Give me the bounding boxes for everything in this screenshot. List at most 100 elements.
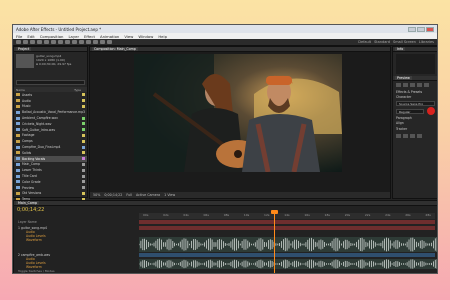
menu-item-window[interactable]: Window [138, 34, 153, 39]
hand-tool-icon[interactable] [30, 40, 35, 44]
time-ruler[interactable]: 00s 02s 04s 06s 08s 10s 12s 14s 16s 18s 20s 22s 24s 2… [139, 213, 435, 219]
right-panel: Info Preview Effects & Presets Character… [392, 46, 437, 199]
project-item-name: Main_Comp [22, 162, 40, 167]
stamp-tool-icon[interactable] [93, 40, 98, 44]
pan-tool-icon[interactable] [58, 40, 63, 44]
label-color-swatch[interactable] [82, 186, 85, 190]
project-panel: Project guitar_song.mp4 1920 x 1080 (1.0… [13, 46, 88, 207]
menu-item-view[interactable]: View [124, 34, 133, 39]
last-frame-icon[interactable] [424, 83, 429, 87]
first-frame-icon[interactable] [396, 83, 401, 87]
eraser-tool-icon[interactable] [100, 40, 105, 44]
label-color-swatch[interactable] [82, 104, 85, 108]
tab-timeline[interactable]: Main_Comp [16, 201, 40, 205]
menu-item-help[interactable]: Help [158, 34, 167, 39]
label-color-swatch[interactable] [82, 162, 85, 166]
home-tool-icon[interactable] [16, 40, 21, 44]
timeline-timecode[interactable]: 0;00;14;22 [17, 207, 44, 213]
label-color-swatch[interactable] [82, 116, 85, 120]
align-right-icon[interactable] [410, 133, 415, 138]
camera-select[interactable]: Active Camera [136, 193, 160, 197]
ruler-tick-label: 24s [385, 213, 391, 217]
layer-bar-1-sub[interactable] [139, 226, 435, 230]
ruler-tick-label: 18s [324, 213, 330, 217]
timeline-footer[interactable]: Toggle Switches / Modes [18, 269, 55, 273]
project-item-name: Backing Vocals [22, 156, 46, 161]
label-color-swatch[interactable] [82, 139, 85, 143]
camera-tool-icon[interactable] [51, 40, 56, 44]
panel-row-character[interactable]: Character [393, 95, 437, 101]
tools-toolbar: Default Standard Small Screen Libraries [13, 39, 437, 46]
view-layout-select[interactable]: 1 View [164, 193, 175, 197]
close-button[interactable] [426, 26, 434, 32]
ruler-tick-label: 04s [183, 213, 189, 217]
resolution-select[interactable]: Full [126, 193, 132, 197]
menu-item-animation[interactable]: Animation [100, 34, 119, 39]
workspace-libraries[interactable]: Libraries [419, 40, 434, 44]
fill-color-swatch[interactable] [427, 107, 435, 115]
label-color-swatch[interactable] [82, 145, 85, 149]
play-icon[interactable] [410, 83, 415, 87]
label-color-swatch[interactable] [82, 133, 85, 137]
font-style-select[interactable]: Regular [396, 108, 424, 114]
label-color-swatch[interactable] [82, 93, 85, 97]
menu-item-layer[interactable]: Layer [68, 34, 79, 39]
tab-composition[interactable]: Composition: Main_Comp [92, 47, 138, 51]
column-name[interactable]: Name [16, 88, 25, 92]
tab-info[interactable]: Info [395, 47, 406, 51]
label-color-swatch[interactable] [82, 151, 85, 155]
video-frame[interactable] [134, 54, 342, 172]
brush-tool-icon[interactable] [86, 40, 91, 44]
align-left-icon[interactable] [396, 133, 401, 138]
window-title: Adobe After Effects - Untitled Project.a… [16, 26, 102, 32]
mask-tool-icon[interactable] [65, 40, 70, 44]
layer-bar-2[interactable] [139, 253, 435, 257]
timeline-layer-row[interactable]: Layer Name [14, 220, 139, 224]
file-icon [16, 180, 20, 184]
file-icon [16, 168, 20, 172]
label-color-swatch[interactable] [82, 174, 85, 178]
label-color-swatch[interactable] [82, 99, 85, 103]
label-color-swatch[interactable] [82, 168, 85, 172]
label-color-swatch[interactable] [82, 122, 85, 126]
workspace-default[interactable]: Default [358, 40, 371, 44]
menu-item-edit[interactable]: Edit [27, 34, 34, 39]
tab-preview[interactable]: Preview [395, 76, 412, 80]
workspace-small-screen[interactable]: Small Screen [393, 40, 416, 44]
workspace-standard[interactable]: Standard [374, 40, 390, 44]
justify-icon[interactable] [417, 133, 422, 138]
tab-project[interactable]: Project [16, 47, 32, 51]
zoom-level[interactable]: 50% [93, 193, 100, 197]
zoom-tool-icon[interactable] [37, 40, 42, 44]
puppet-tool-icon[interactable] [107, 40, 112, 44]
maximize-button[interactable] [417, 26, 425, 32]
label-color-swatch[interactable] [82, 180, 85, 184]
rotate-tool-icon[interactable] [44, 40, 49, 44]
pen-tool-icon[interactable] [72, 40, 77, 44]
waveform-2 [139, 259, 437, 269]
ruler-tick-label: 16s [304, 213, 310, 217]
type-tool-icon[interactable] [79, 40, 84, 44]
project-item-name: Solids [22, 150, 32, 155]
minimize-button[interactable] [408, 26, 416, 32]
project-item-name: Ballad_Acoustic_Vocal_Performance.mp3 [22, 110, 85, 115]
column-type[interactable]: Type [74, 88, 81, 92]
playhead-line[interactable] [274, 211, 275, 273]
project-search-input[interactable] [16, 80, 85, 85]
label-color-swatch[interactable] [82, 191, 85, 195]
timeline-layer-row[interactable]: Waveform [14, 238, 139, 242]
label-color-swatch[interactable] [82, 157, 85, 161]
ruler-tick-label: 14s [284, 213, 290, 217]
menu-item-file[interactable]: File [16, 34, 22, 39]
font-family-select[interactable]: Source Sans Pro [396, 101, 435, 106]
selection-tool-icon[interactable] [23, 40, 28, 44]
label-color-swatch[interactable] [82, 128, 85, 132]
next-frame-icon[interactable] [417, 83, 422, 87]
viewer-timecode[interactable]: 0;00;14;22 [104, 193, 122, 197]
menu-item-effect[interactable]: Effect [84, 34, 95, 39]
prev-frame-icon[interactable] [403, 83, 408, 87]
menu-item-composition[interactable]: Composition [40, 34, 64, 39]
align-center-icon[interactable] [403, 133, 408, 138]
layer-bar-1[interactable] [139, 220, 435, 224]
viewer-footer: 50% 0;00;14;22 Full Active Camera 1 View [90, 192, 390, 198]
